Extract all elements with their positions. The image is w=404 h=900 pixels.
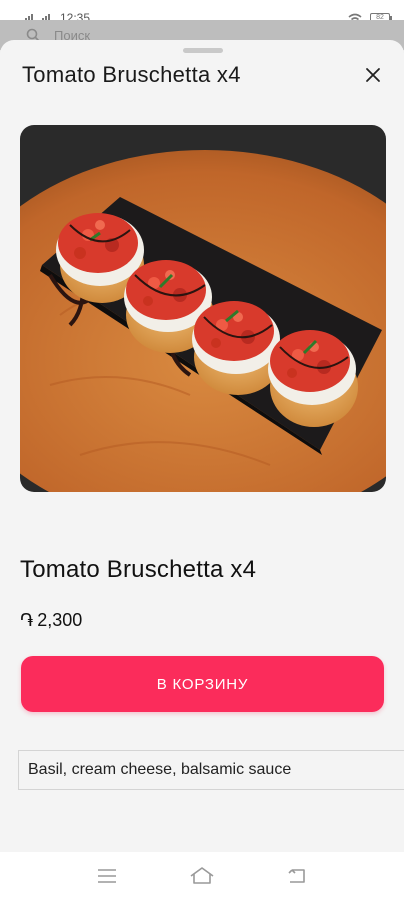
close-button[interactable]	[362, 64, 384, 86]
back-icon	[288, 869, 305, 883]
home-button[interactable]	[182, 856, 222, 896]
product-image	[20, 125, 386, 492]
currency-symbol: ֏	[20, 610, 34, 630]
back-button[interactable]	[277, 856, 317, 896]
menu-button[interactable]	[87, 856, 127, 896]
product-name: Tomato Bruschetta x4	[20, 556, 257, 583]
system-nav-bar	[0, 852, 404, 900]
add-to-cart-button[interactable]: В КОРЗИНУ	[21, 656, 384, 712]
price-value: 2,300	[37, 610, 83, 630]
product-bottom-sheet: Tomato Bruschetta x4 Tomato Bruschetta x…	[0, 40, 404, 852]
menu-icon	[98, 869, 117, 883]
home-icon	[190, 867, 214, 884]
product-price: ֏ 2,300	[20, 610, 82, 631]
product-description: Basil, cream cheese, balsamic sauce	[18, 750, 404, 790]
close-icon	[366, 68, 380, 82]
sheet-title: Tomato Bruschetta x4	[22, 62, 241, 87]
sheet-drag-handle[interactable]	[183, 48, 223, 53]
